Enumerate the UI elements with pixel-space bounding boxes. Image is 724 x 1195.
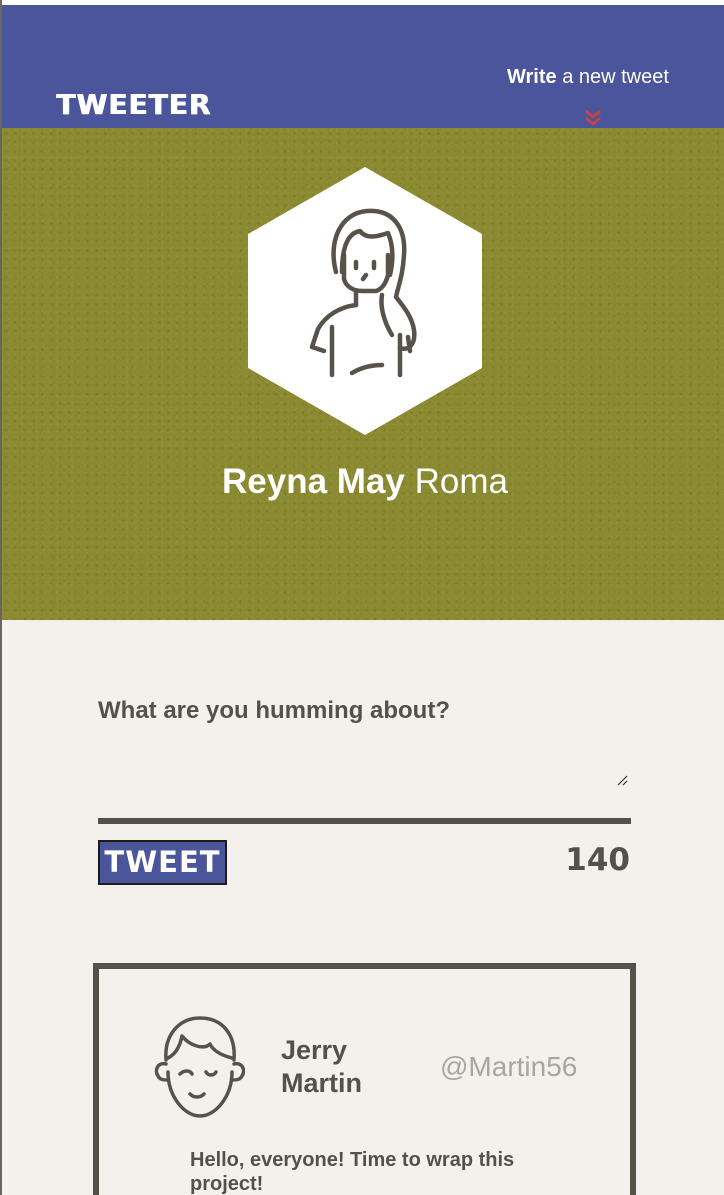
profile-name: Reyna May Roma bbox=[0, 462, 724, 502]
tweet-text: Hello, everyone! Time to wrap this proje… bbox=[190, 1149, 515, 1195]
profile-avatar bbox=[248, 167, 482, 435]
profile-last-name: Roma bbox=[404, 462, 508, 501]
tweet-author-handle[interactable]: @Martin56 bbox=[440, 1050, 577, 1084]
write-tweet-link[interactable]: Write a new tweet bbox=[507, 67, 669, 87]
write-tweet-link-bold: Write bbox=[507, 66, 557, 88]
tweet-text-input[interactable] bbox=[98, 740, 635, 800]
page-left-border bbox=[0, 0, 2, 1195]
man-winking-avatar-icon bbox=[154, 1016, 245, 1118]
top-nav: TWEETER Write a new tweet bbox=[0, 5, 724, 128]
page: TWEETER Write a new tweet Reyna May Roma… bbox=[0, 0, 724, 1195]
compose-label: What are you humming about? bbox=[98, 697, 450, 724]
double-chevron-down-icon[interactable] bbox=[584, 109, 602, 127]
compose-divider bbox=[98, 818, 631, 824]
write-tweet-link-rest: a new tweet bbox=[556, 66, 669, 88]
tweet-author-name: Jerry Martin bbox=[281, 1035, 362, 1098]
tweet-submit-button[interactable]: TWEET bbox=[98, 840, 227, 885]
char-counter: 140 bbox=[565, 842, 630, 878]
brand-logo[interactable]: TWEETER bbox=[56, 91, 211, 119]
resize-grip-icon[interactable] bbox=[616, 774, 628, 786]
profile-first-name: Reyna May bbox=[222, 462, 405, 501]
